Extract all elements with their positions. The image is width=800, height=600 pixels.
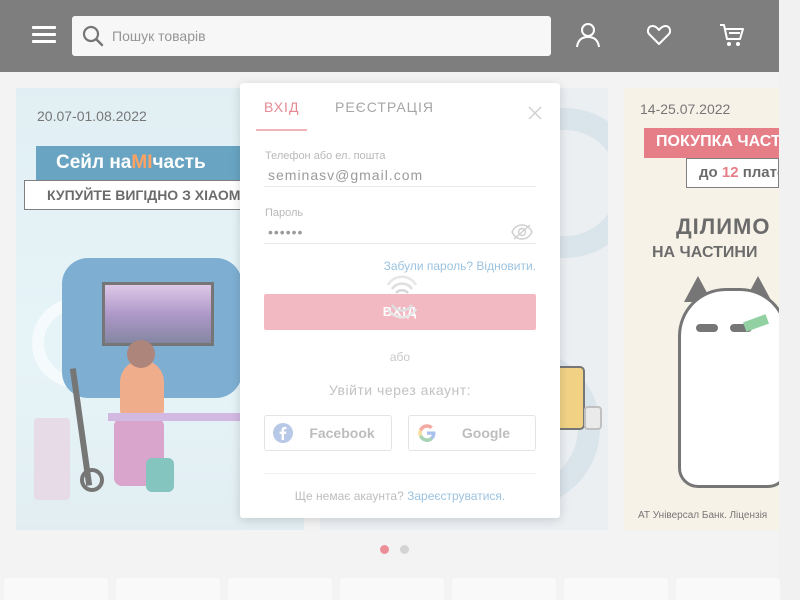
loading-spinner-icon <box>386 275 418 319</box>
register-prompt: Ще немає акаунта? Зареєструватися. <box>240 489 560 503</box>
register-link[interactable]: Зареєструватися. <box>407 489 505 503</box>
facebook-login-button[interactable]: Facebook <box>264 415 392 451</box>
facebook-label: Facebook <box>309 425 375 441</box>
eye-off-icon[interactable] <box>511 223 533 241</box>
tab-login[interactable]: ВХІД <box>264 99 299 115</box>
close-icon[interactable] <box>527 105 543 121</box>
login-modal: ВХІД РЕЄСТРАЦІЯ Телефон або ел. пошта Па… <box>240 83 560 518</box>
password-field-label: Пароль <box>265 207 304 219</box>
email-field[interactable] <box>264 163 536 187</box>
google-login-button[interactable]: Google <box>408 415 536 451</box>
or-divider-text: або <box>389 350 411 364</box>
google-label: Google <box>461 425 511 441</box>
footer-divider <box>264 473 536 474</box>
login-field-label: Телефон або ел. пошта <box>265 150 386 162</box>
forgot-password-link[interactable]: Забули пароль? Відновити. <box>378 259 536 273</box>
tab-register[interactable]: РЕЄСТРАЦІЯ <box>335 99 434 115</box>
password-field[interactable] <box>264 220 536 244</box>
active-tab-indicator <box>256 129 307 131</box>
no-account-text: Ще немає акаунта? <box>294 489 404 503</box>
social-login-heading: Увійти через акаунт: <box>328 382 472 398</box>
